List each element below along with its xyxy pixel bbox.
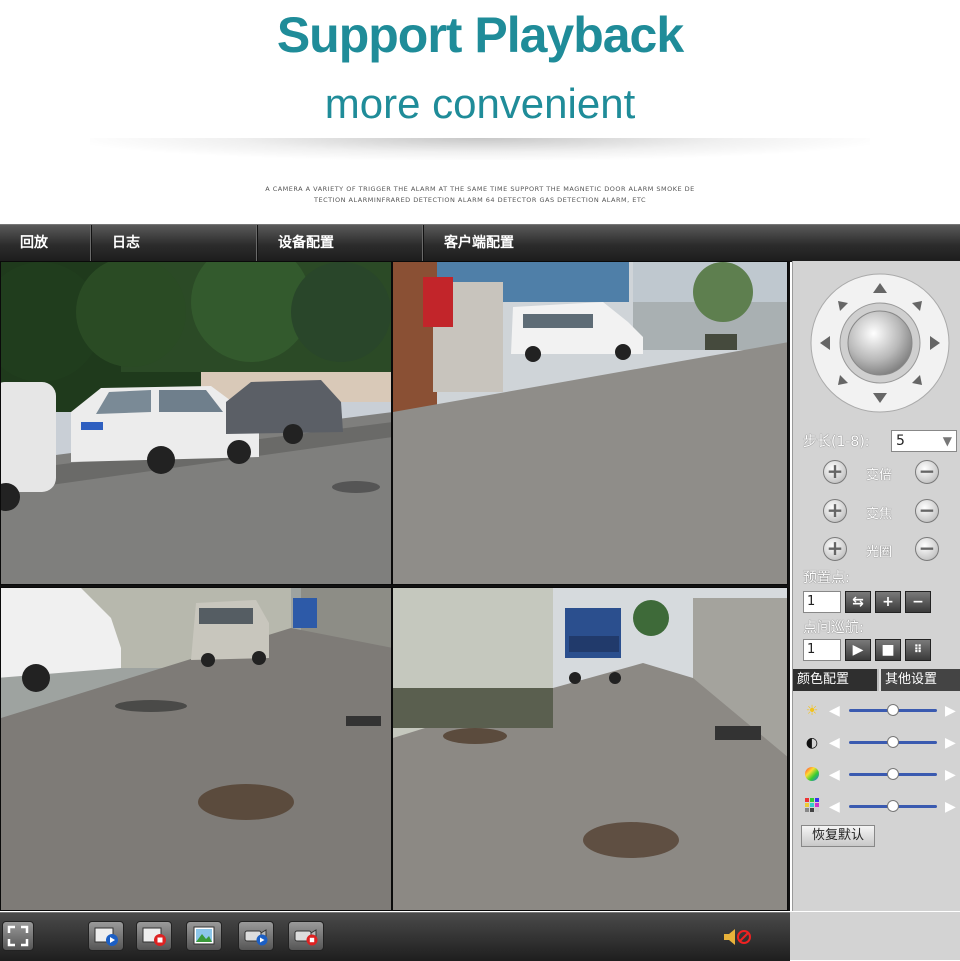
cruise-input[interactable]: 1 bbox=[803, 639, 841, 661]
speaker-muted-icon bbox=[724, 929, 751, 945]
camera-play-icon bbox=[244, 929, 268, 946]
reset-defaults-button[interactable]: 恢复默认 bbox=[801, 825, 875, 847]
record-play-icon bbox=[94, 927, 118, 946]
promo-subtitle: more convenient bbox=[324, 80, 636, 127]
promo-title: Support Playback bbox=[276, 7, 684, 63]
iris-close-button[interactable]: − bbox=[915, 537, 939, 561]
control-side-panel: 步长(1-8): 5 ▼ + 变倍 − + 变焦 − + 光圈 − 预置点: 1… bbox=[792, 261, 960, 911]
saturation-icon bbox=[803, 766, 821, 784]
promo-caption: A CAMERA A VARIETY OF TRIGGER THE ALARM … bbox=[200, 184, 760, 206]
slider-right-arrow-icon[interactable]: ▶ bbox=[945, 701, 956, 721]
hue-icon bbox=[803, 798, 821, 816]
cruise-label: 点间巡航: bbox=[803, 620, 864, 636]
preset-label: 预置点: bbox=[803, 570, 850, 586]
ptz-direction-pad[interactable] bbox=[810, 273, 950, 413]
hue-slider[interactable]: ◀ ▶ bbox=[803, 797, 959, 817]
record-stop-icon bbox=[142, 927, 166, 946]
slider-right-arrow-icon[interactable]: ▶ bbox=[945, 733, 956, 753]
slider-left-arrow-icon[interactable]: ◀ bbox=[829, 765, 840, 785]
zoom-in-button[interactable]: + bbox=[823, 460, 847, 484]
zoom-out-button[interactable]: − bbox=[915, 460, 939, 484]
camera-stop-button[interactable] bbox=[288, 921, 324, 951]
slider-left-arrow-icon[interactable]: ◀ bbox=[829, 797, 840, 817]
picture-icon bbox=[193, 926, 215, 945]
slider-left-arrow-icon[interactable]: ◀ bbox=[829, 701, 840, 721]
slider-thumb[interactable] bbox=[887, 704, 899, 716]
saturation-slider[interactable]: ◀ ▶ bbox=[803, 765, 959, 785]
cruise-grid-button[interactable]: ⠿ bbox=[905, 639, 931, 661]
focus-label: 变焦 bbox=[865, 507, 892, 522]
camera-view-1[interactable] bbox=[0, 261, 392, 585]
cruise-stop-button[interactable]: ■ bbox=[875, 639, 901, 661]
chevron-down-icon: ▼ bbox=[942, 434, 952, 448]
camera-view-2[interactable] bbox=[392, 261, 788, 585]
camera-2-image bbox=[393, 262, 787, 584]
tab-color-config[interactable]: 颜色配置 bbox=[793, 669, 877, 691]
preset-input[interactable]: 1 bbox=[803, 591, 841, 613]
promo-header: Support Playback more convenient A CAMER… bbox=[0, 0, 960, 222]
camera-3-image bbox=[1, 588, 391, 910]
snapshot-button[interactable] bbox=[186, 921, 222, 951]
bottom-right-strip bbox=[790, 912, 960, 960]
step-select[interactable]: 5 ▼ bbox=[891, 430, 957, 452]
brightness-icon: ☀ bbox=[805, 703, 819, 719]
main-menu-bar: 回放 日志 设备配置 客户端配置 bbox=[0, 224, 960, 262]
promo-caption-line2: TECTION ALARMINFRARED DETECTION ALARM 64… bbox=[314, 196, 646, 204]
menu-playback[interactable]: 回放 bbox=[0, 225, 92, 261]
slider-right-arrow-icon[interactable]: ▶ bbox=[945, 797, 956, 817]
bottom-toolbar bbox=[0, 912, 790, 961]
mute-button[interactable] bbox=[720, 925, 756, 949]
record-stop-button[interactable] bbox=[136, 921, 172, 951]
video-grid bbox=[0, 261, 790, 911]
focus-far-button[interactable]: − bbox=[915, 499, 939, 523]
menu-log[interactable]: 日志 bbox=[92, 225, 258, 261]
van-center bbox=[191, 600, 269, 667]
slider-right-arrow-icon[interactable]: ▶ bbox=[945, 765, 956, 785]
brightness-slider[interactable]: ☀ ◀ ▶ bbox=[803, 701, 959, 721]
record-start-button[interactable] bbox=[88, 921, 124, 951]
fullscreen-button[interactable] bbox=[2, 921, 34, 951]
slider-thumb[interactable] bbox=[887, 800, 899, 812]
camera-stop-icon bbox=[294, 929, 318, 946]
slider-left-arrow-icon[interactable]: ◀ bbox=[829, 733, 840, 753]
contrast-slider[interactable]: ◐ ◀ ▶ bbox=[803, 733, 959, 753]
slider-thumb[interactable] bbox=[887, 768, 899, 780]
camera-view-4[interactable] bbox=[392, 587, 788, 911]
camera-view-3[interactable] bbox=[0, 587, 392, 911]
promo-divider-shadow bbox=[90, 138, 870, 160]
camera-1-image bbox=[1, 262, 391, 584]
zoom-label: 变倍 bbox=[865, 468, 892, 483]
promo-caption-line1: A CAMERA A VARIETY OF TRIGGER THE ALARM … bbox=[265, 185, 695, 193]
tab-other-settings[interactable]: 其他设置 bbox=[879, 669, 960, 691]
preset-goto-button[interactable]: ⇆ bbox=[845, 591, 871, 613]
contrast-icon: ◐ bbox=[805, 735, 819, 751]
menu-client-config[interactable]: 客户端配置 bbox=[424, 225, 960, 261]
cruise-play-button[interactable]: ▶ bbox=[845, 639, 871, 661]
preset-remove-button[interactable]: − bbox=[905, 591, 931, 613]
camera-4-image bbox=[393, 588, 787, 910]
iris-label: 光圈 bbox=[865, 545, 892, 560]
iris-open-button[interactable]: + bbox=[823, 537, 847, 561]
step-value: 5 bbox=[896, 433, 905, 449]
focus-near-button[interactable]: + bbox=[823, 499, 847, 523]
step-label: 步长(1-8): bbox=[803, 434, 870, 450]
settings-tabbar: 颜色配置 其他设置 bbox=[793, 669, 960, 691]
menu-device-config[interactable]: 设备配置 bbox=[258, 225, 424, 261]
slider-thumb[interactable] bbox=[887, 736, 899, 748]
camera-play-button[interactable] bbox=[238, 921, 274, 951]
fullscreen-icon bbox=[7, 925, 29, 947]
preset-add-button[interactable]: + bbox=[875, 591, 901, 613]
